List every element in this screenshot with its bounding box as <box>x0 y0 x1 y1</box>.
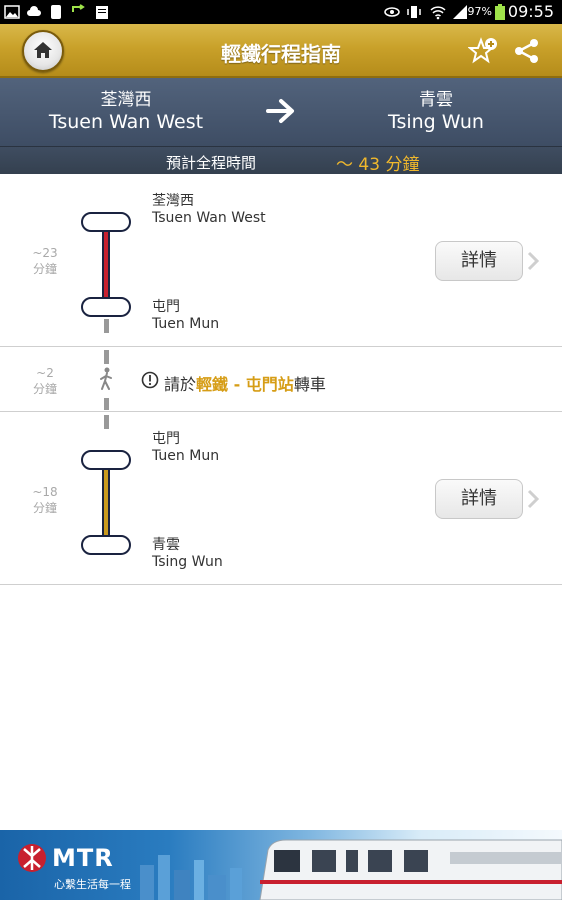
station-node <box>81 212 131 232</box>
walking-icon <box>96 367 116 391</box>
segment-start-zh: 荃灣西 <box>152 193 194 209</box>
transfer-duration-unit: 分鐘 <box>32 382 57 396</box>
mtr-logo-icon <box>18 844 46 872</box>
skyline-illustration <box>140 855 242 900</box>
battery-percent: 97% <box>467 5 492 18</box>
details-button[interactable]: 詳情 <box>435 241 523 281</box>
transfer-instruction: 請於輕鐵 - 屯門站轉車 <box>164 371 326 395</box>
segment-end-en: Tuen Mun <box>152 316 220 332</box>
walk-connector <box>104 415 109 435</box>
divider <box>0 584 562 585</box>
mtr-slogan: 心繫生活每一程 <box>54 878 131 891</box>
transfer-duration: ~2 分鐘 <box>20 365 70 397</box>
estimated-time-bar: 預計全程時間 ～ 43 分鐘 <box>0 146 562 175</box>
segment-duration-value: ~18 <box>32 485 58 499</box>
line-fill <box>104 469 108 535</box>
mtr-brand: MTR <box>52 844 114 872</box>
cloud-upload-icon <box>27 6 41 16</box>
origin-station: 荃灣西 Tsuen Wan West <box>40 90 212 134</box>
chevron-right-icon[interactable] <box>526 250 540 272</box>
segment-duration-value: ~23 <box>32 246 58 260</box>
info-alert-icon <box>141 371 159 389</box>
transfer-duration-value: ~2 <box>36 366 54 380</box>
divider <box>0 411 562 412</box>
segment-start-en: Tsuen Wan West <box>152 210 266 226</box>
walk-connector <box>104 319 109 337</box>
eye-icon <box>384 7 400 17</box>
line-fill <box>104 231 108 297</box>
estimated-time-value: ～ 43 分鐘 <box>336 155 420 175</box>
train-illustration <box>259 839 562 900</box>
segment-duration: ~23 分鐘 <box>20 245 70 277</box>
transfer-station-link: 輕鐵 - 屯門站 <box>196 375 294 394</box>
origin-name-zh: 荃灣西 <box>100 90 152 110</box>
segment-end-en: Tsing Wun <box>152 554 223 570</box>
clock: 09:55 <box>507 2 554 21</box>
destination-name-zh: 青雲 <box>419 90 453 110</box>
destination-station: 青雲 Tsing Wun <box>370 90 502 134</box>
app-header: 輕鐵行程指南 <box>0 24 562 78</box>
sync-icon <box>72 4 85 12</box>
details-button[interactable]: 詳情 <box>435 479 523 519</box>
station-node <box>81 535 131 555</box>
station-node <box>81 297 131 317</box>
transfer-prefix: 請於 <box>164 375 197 394</box>
battery-icon <box>495 4 505 20</box>
wifi-icon <box>430 6 446 20</box>
mtr-banner[interactable]: MTR 心繫生活每一程 <box>0 830 562 900</box>
origin-name-en: Tsuen Wan West <box>48 111 204 133</box>
chevron-right-icon[interactable] <box>526 488 540 510</box>
segment-duration-unit: 分鐘 <box>32 262 57 276</box>
share-icon[interactable] <box>512 36 542 66</box>
route-line-red <box>102 231 110 297</box>
segment-duration-unit: 分鐘 <box>32 501 57 515</box>
segment-duration: ~18 分鐘 <box>20 484 70 516</box>
segment-end-zh: 屯門 <box>152 299 180 315</box>
clipboard-icon <box>96 6 108 19</box>
estimated-time-label: 預計全程時間 <box>166 154 257 172</box>
route-summary: 荃灣西 Tsuen Wan West 青雲 Tsing Wun <box>0 78 562 146</box>
segment-start-en: Tuen Mun <box>152 448 220 464</box>
route-line-gold <box>102 469 110 535</box>
status-bar: 97% 09:55 <box>0 0 562 24</box>
phone-icon <box>51 5 61 19</box>
segment-end-zh: 青雲 <box>152 537 180 553</box>
vibrate-icon <box>407 6 421 18</box>
signal-icon <box>453 5 467 19</box>
transfer-suffix: 轉車 <box>293 375 326 394</box>
star-add-icon[interactable] <box>468 36 498 66</box>
image-icon <box>4 5 20 19</box>
segment-start-zh: 屯門 <box>152 431 180 447</box>
divider <box>0 346 562 347</box>
destination-name-en: Tsing Wun <box>388 111 484 133</box>
station-node <box>81 450 131 470</box>
arrow-right-icon <box>266 99 294 123</box>
